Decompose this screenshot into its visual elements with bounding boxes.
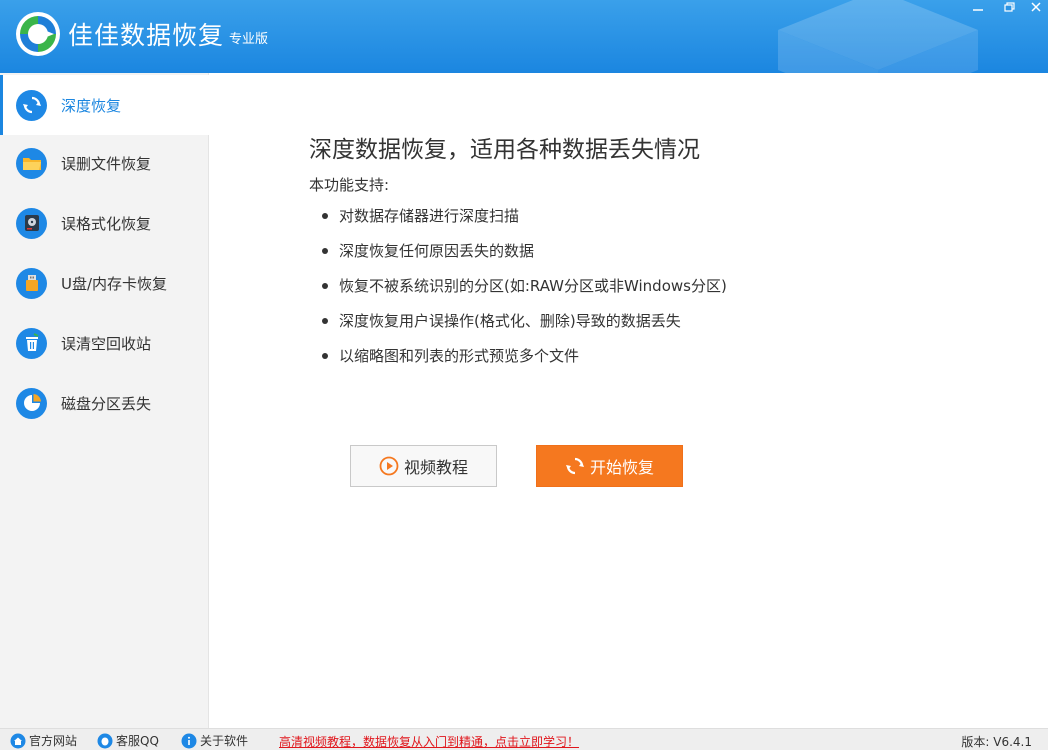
minimize-button[interactable] bbox=[966, 0, 990, 14]
sidebar-item-partition-lost[interactable]: 磁盘分区丢失 bbox=[0, 373, 209, 433]
sidebar-item-label: 误清空回收站 bbox=[61, 334, 152, 353]
close-icon bbox=[1031, 2, 1041, 12]
sidebar-item-usb-card[interactable]: U盘/内存卡恢复 bbox=[0, 253, 209, 313]
sidebar-item-label: 深度恢复 bbox=[61, 96, 122, 115]
sidebar: 深度恢复 误删文件恢复 误格式化恢复 U盘/内存卡恢复 误清空回收站 磁盘分区丢… bbox=[0, 73, 209, 728]
refresh-icon bbox=[565, 456, 585, 476]
app-edition: 专业版 bbox=[229, 32, 269, 47]
main-panel: 深度数据恢复，适用各种数据丢失情况 本功能支持: 对数据存储器进行深度扫描 深度… bbox=[210, 73, 1048, 728]
folder-icon bbox=[16, 147, 47, 179]
support-qq-link[interactable]: 客服QQ bbox=[97, 732, 159, 749]
sidebar-item-label: 误删文件恢复 bbox=[61, 154, 152, 173]
start-recovery-button[interactable]: 开始恢复 bbox=[536, 445, 683, 487]
list-item: 深度恢复任何原因丢失的数据 bbox=[322, 241, 727, 276]
title-bar: 佳佳数据恢复 专业版 bbox=[0, 0, 1048, 73]
start-recovery-label: 开始恢复 bbox=[589, 458, 654, 477]
feature-intro: 本功能支持: bbox=[309, 176, 390, 194]
sidebar-item-label: U盘/内存卡恢复 bbox=[61, 274, 168, 293]
qq-icon bbox=[97, 733, 113, 748]
video-tutorial-label: 视频教程 bbox=[403, 458, 468, 477]
list-item: 深度恢复用户误操作(格式化、删除)导致的数据丢失 bbox=[322, 311, 727, 346]
refresh-icon bbox=[16, 89, 47, 121]
official-website-link[interactable]: 官方网站 bbox=[10, 732, 77, 749]
list-item: 对数据存储器进行深度扫描 bbox=[322, 206, 727, 241]
home-icon bbox=[10, 733, 26, 748]
play-icon bbox=[379, 456, 399, 476]
close-button[interactable] bbox=[1024, 0, 1048, 14]
app-title: 佳佳数据恢复 bbox=[68, 21, 225, 50]
sidebar-item-label: 磁盘分区丢失 bbox=[61, 394, 152, 413]
sidebar-item-deep-recovery[interactable]: 深度恢复 bbox=[0, 75, 209, 135]
page-title: 深度数据恢复，适用各种数据丢失情况 bbox=[309, 137, 700, 163]
promo-link[interactable]: 高清视频教程，数据恢复从入门到精通，点击立即学习！ bbox=[279, 733, 579, 750]
minimize-icon bbox=[973, 9, 983, 11]
about-software-link[interactable]: 关于软件 bbox=[181, 732, 248, 749]
pie-chart-icon bbox=[16, 387, 47, 419]
sidebar-item-label: 误格式化恢复 bbox=[61, 214, 152, 233]
usb-icon bbox=[16, 267, 47, 299]
info-icon bbox=[181, 733, 197, 748]
status-bar: 官方网站 客服QQ 关于软件 高清视频教程，数据恢复从入门到精通，点击立即学习！… bbox=[0, 728, 1048, 750]
app-logo-icon bbox=[16, 12, 60, 56]
sidebar-item-format-recovery[interactable]: 误格式化恢复 bbox=[0, 193, 209, 253]
sidebar-item-deleted-files[interactable]: 误删文件恢复 bbox=[0, 133, 209, 193]
version-label: 版本: V6.4.1 bbox=[961, 735, 1032, 749]
recycle-bin-icon bbox=[16, 327, 47, 359]
disk-icon bbox=[16, 207, 47, 239]
feature-list: 对数据存储器进行深度扫描 深度恢复任何原因丢失的数据 恢复不被系统识别的分区(如… bbox=[322, 206, 727, 381]
sidebar-item-recycle-bin[interactable]: 误清空回收站 bbox=[0, 313, 209, 373]
maximize-button[interactable] bbox=[998, 0, 1022, 14]
maximize-icon bbox=[1004, 2, 1015, 12]
list-item: 恢复不被系统识别的分区(如:RAW分区或非Windows分区) bbox=[322, 276, 727, 311]
list-item: 以缩略图和列表的形式预览多个文件 bbox=[322, 346, 727, 381]
video-tutorial-button[interactable]: 视频教程 bbox=[350, 445, 497, 487]
